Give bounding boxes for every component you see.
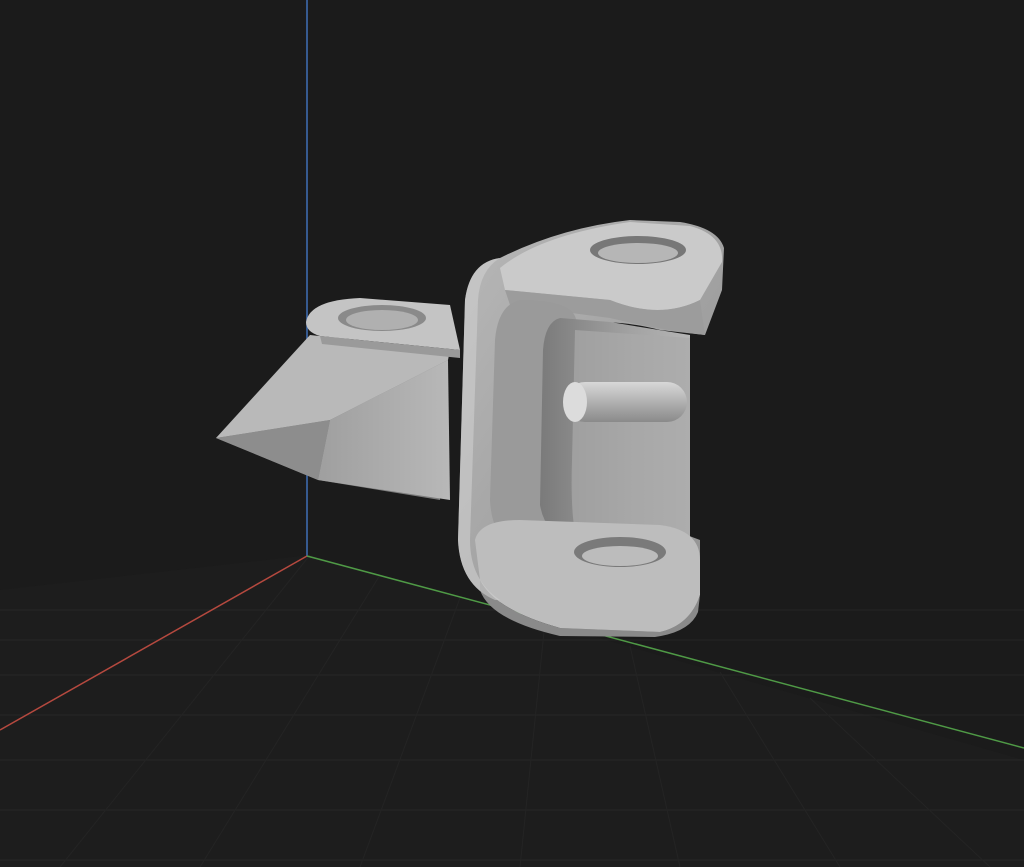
3d-viewport[interactable] bbox=[0, 0, 1024, 867]
viewport-canvas[interactable] bbox=[0, 0, 1024, 867]
